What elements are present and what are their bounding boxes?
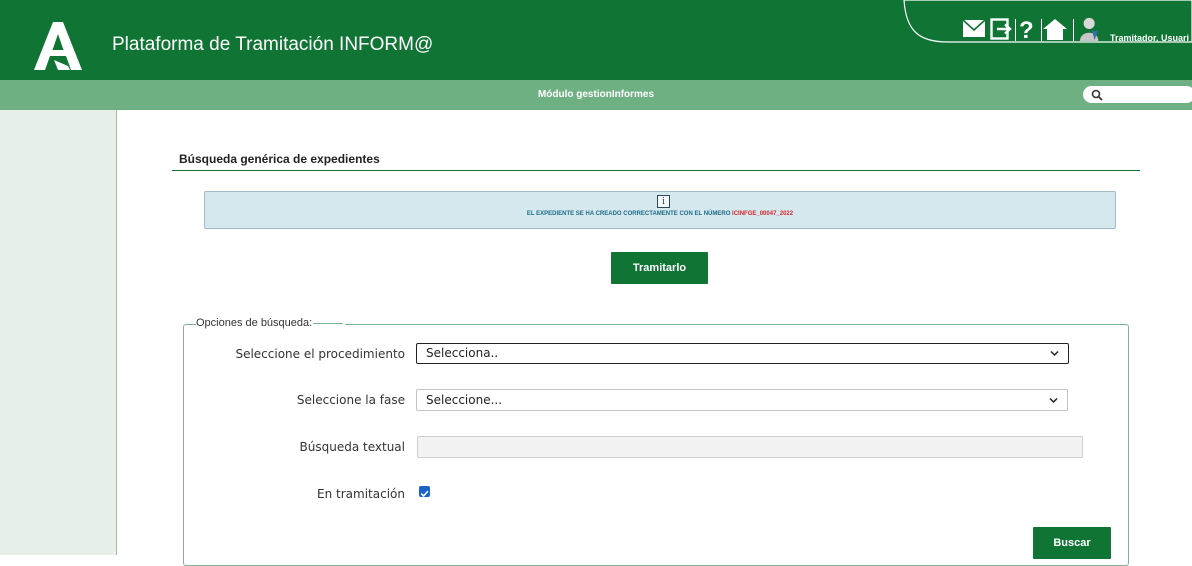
app-header: Plataforma de Tramitación INFORM@ ? Tram… [0, 0, 1192, 80]
checkmark-icon [420, 490, 429, 498]
info-message-box: i EL EXPEDIENTE SE HA CREADO CORRECTAMEN… [204, 191, 1116, 229]
busqueda-textual-label: Búsqueda textual [299, 440, 405, 454]
user-icon[interactable] [1078, 17, 1104, 41]
fase-label: Seleccione la fase [296, 393, 405, 407]
module-title: Módulo gestionInformes [537, 89, 655, 100]
toolbar-divider [1041, 19, 1042, 41]
mail-icon[interactable] [962, 17, 986, 41]
app-title: Plataforma de Tramitación INFORM@ [112, 34, 434, 55]
legend-line [313, 322, 344, 324]
global-search-input[interactable] [1083, 86, 1192, 103]
user-name[interactable]: Tramitador, Usuari [1110, 33, 1189, 43]
toolbar-divider [1015, 19, 1016, 41]
left-sidebar [0, 110, 117, 555]
search-icon[interactable] [1091, 89, 1103, 101]
procedimiento-label: Seleccione el procedimiento [235, 347, 405, 361]
search-options-legend: Opciones de búsqueda: [196, 317, 346, 329]
procedimiento-select-value: Selecciona.. [426, 346, 499, 360]
toolbar-divider [1073, 19, 1074, 41]
home-icon[interactable] [1042, 17, 1068, 41]
junta-logo [34, 22, 82, 70]
chevron-down-icon [1050, 350, 1059, 357]
search-options-legend-text: Opciones de búsqueda: [196, 317, 313, 329]
svg-text:?: ? [1019, 17, 1034, 41]
info-message-text: EL EXPEDIENTE SE HA CREADO CORRECTAMENTE… [526, 211, 733, 217]
help-icon[interactable]: ? [1018, 17, 1034, 41]
info-icon: i [657, 195, 670, 208]
expediente-number: ICINFGE_00047_2022 [732, 211, 794, 217]
fase-select[interactable]: Seleccione... [416, 389, 1068, 411]
en-tramitacion-label: En tramitación [317, 487, 405, 501]
info-message: EL EXPEDIENTE SE HA CREADO CORRECTAMENTE… [205, 211, 1115, 217]
en-tramitacion-checkbox[interactable] [419, 486, 430, 498]
buscar-button[interactable]: Buscar [1033, 527, 1111, 559]
fase-select-value: Seleccione... [426, 393, 503, 407]
section-divider [172, 170, 1140, 171]
tramitarlo-button[interactable]: Tramitarlo [611, 252, 708, 284]
logout-icon[interactable] [990, 17, 1012, 41]
section-title: Búsqueda genérica de expedientes [179, 152, 380, 166]
busqueda-textual-input[interactable] [417, 436, 1083, 458]
procedimiento-select[interactable]: Selecciona.. [416, 343, 1069, 364]
module-bar: Módulo gestionInformes [0, 80, 1192, 110]
chevron-down-icon [1049, 397, 1058, 404]
